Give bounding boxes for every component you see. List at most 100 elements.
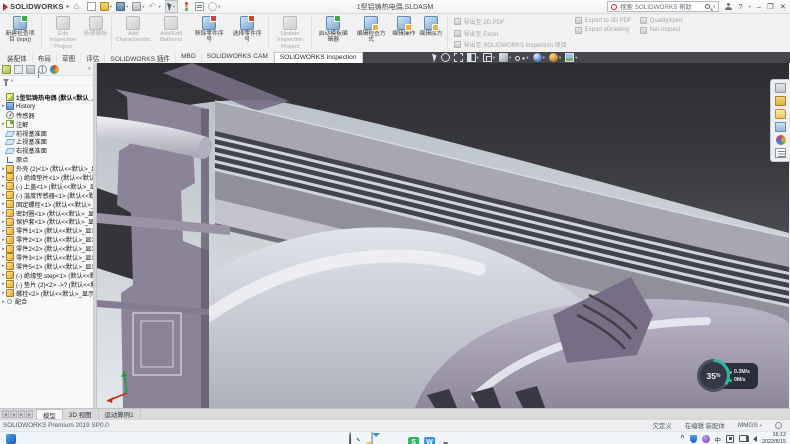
undo-button[interactable]: ↶▾ xyxy=(148,2,160,11)
appearances-scenes-tab-icon[interactable] xyxy=(776,135,786,145)
taskbar-clock[interactable]: 16:12 2022/8/15 xyxy=(762,432,786,444)
tree-item[interactable]: ▸零件2<2> (默认<<默认>_显示状态 xyxy=(1,244,93,253)
tab-装配体[interactable]: 装配体 xyxy=(2,52,33,63)
close-button[interactable]: ✕ xyxy=(780,2,786,12)
tree-item[interactable]: ▸(-) 温度传感器<1> (默认<<默认>_ xyxy=(1,191,93,200)
tree-item[interactable]: 原点 xyxy=(1,155,93,164)
tree-item[interactable]: ▸零件5<1> (默认<<默认>_显示状态 xyxy=(1,262,93,271)
select-cursor-button[interactable] xyxy=(433,53,437,62)
tree-item[interactable]: ▸零件2<1> (默认<<默认>_显示状态 xyxy=(1,235,93,244)
help-search-box[interactable]: 搜索 SOLIDWORKS 帮助 ▾ xyxy=(607,1,719,12)
doc-tab-运动算例1[interactable]: 运动算例1 xyxy=(99,409,141,419)
hide-show-items-button[interactable]: ▾ xyxy=(515,54,528,61)
edit-inspection-method-button[interactable]: 编辑检查方式 xyxy=(352,15,390,45)
configuration-manager-tab-icon[interactable] xyxy=(26,65,35,74)
tree-item[interactable]: ▸零件1<1> (默认<<默认>_显示状态 xyxy=(1,226,93,235)
edit-appearance-button[interactable]: ▾ xyxy=(533,53,545,62)
graphics-area[interactable]: 0.3M/s 0M/s 35% xyxy=(97,63,790,408)
launch-template-editor-button[interactable]: 启动模板编辑器 xyxy=(314,15,352,45)
render-tools-button[interactable]: ▾ xyxy=(565,53,577,62)
tree-item[interactable]: ▸保护套<1> (默认<<默认>_显示状 xyxy=(1,217,93,226)
volume-icon[interactable] xyxy=(753,436,757,442)
tray-overflow-icon[interactable]: ^ xyxy=(680,435,684,442)
tree-item[interactable]: ▸History xyxy=(1,102,93,111)
home-button[interactable]: ⌂ xyxy=(74,2,83,11)
restore-button[interactable]: ❐ xyxy=(767,2,774,12)
tab-评估[interactable]: 评估 xyxy=(81,52,105,63)
new-document-button[interactable] xyxy=(87,2,96,11)
input-language-indicator[interactable]: 中 xyxy=(715,434,722,444)
file-explorer-tab-icon[interactable] xyxy=(775,109,786,119)
display-style-button[interactable]: ▾ xyxy=(499,53,511,62)
search-caret-icon[interactable]: ▾ xyxy=(713,4,715,10)
file-properties-button[interactable] xyxy=(195,2,204,11)
filter-caret-icon[interactable]: ▾ xyxy=(11,78,13,84)
zoom-to-fit-button[interactable] xyxy=(441,53,450,62)
rebuild-button[interactable] xyxy=(182,2,191,11)
dimxpert-manager-tab-icon[interactable] xyxy=(38,65,47,74)
security-tray-icon[interactable] xyxy=(690,435,697,443)
open-document-button[interactable]: ▾ xyxy=(100,2,112,11)
tree-item[interactable]: ▸(-) 绝缘垫.step<1> (默认<<默认> xyxy=(1,271,93,280)
app-tray-icon[interactable] xyxy=(702,435,710,443)
tree-item[interactable]: ▸(-) 垫片 (2)<2> ->? (默认<<默认 xyxy=(1,280,93,289)
login-icon[interactable] xyxy=(725,3,732,10)
section-view-button[interactable]: ▾ xyxy=(467,53,479,62)
tree-item[interactable]: ▸注解 xyxy=(1,120,93,129)
options-button[interactable]: ▾ xyxy=(208,2,220,11)
tree-item[interactable]: 上视基准面 xyxy=(1,137,93,146)
tab-scroll-left-icon[interactable]: ◂ xyxy=(2,410,9,418)
tab-mbd[interactable]: MBD xyxy=(176,52,202,63)
view-orientation-button[interactable]: ▾ xyxy=(483,53,495,62)
taskbar-app-wps[interactable]: W xyxy=(424,437,435,444)
tab-布局[interactable]: 布局 xyxy=(33,52,57,63)
select-button[interactable]: ▾ xyxy=(165,0,178,13)
new-inspection-project-button[interactable]: 新建检查项目 (ixprj) xyxy=(1,15,39,45)
tree-item[interactable]: ▸螺栓<2> (默认<<默认>_显示状态 xyxy=(1,289,93,298)
select-balloons-button[interactable]: 选择零件序号 xyxy=(228,15,266,45)
tree-item[interactable]: ▸配合 xyxy=(1,297,93,306)
custom-properties-tab-icon[interactable] xyxy=(775,148,786,158)
print-button[interactable]: ▾ xyxy=(132,2,144,11)
view-palette-tab-icon[interactable] xyxy=(775,122,786,132)
zoom-to-area-button[interactable] xyxy=(454,53,463,62)
widgets-icon[interactable] xyxy=(6,434,16,444)
doc-tab-模型[interactable]: 模型 xyxy=(36,409,63,419)
expand-arrow-icon[interactable]: ▸ xyxy=(1,299,6,305)
performance-overlay-widget[interactable]: 0.3M/s 0M/s 35% xyxy=(697,359,759,393)
search-icon[interactable] xyxy=(705,4,710,9)
tree-item[interactable]: ▸固定螺栓<1> (默认<<默认>_显示 xyxy=(1,200,93,209)
tree-item[interactable]: ▸(-) 上盖<1> (默认<<默认>_显示状 xyxy=(1,182,93,191)
tab-草图[interactable]: 草图 xyxy=(57,52,81,63)
tab-scroll-left-icon[interactable]: ◂ xyxy=(10,410,17,418)
help-button[interactable]: ? xyxy=(738,2,742,12)
tree-item[interactable]: ▸零件3<1> (默认<<默认>_显示状态 xyxy=(1,253,93,262)
panel-tab-scroll-icon[interactable]: » xyxy=(88,66,91,72)
solidworks-resources-tab-icon[interactable] xyxy=(775,83,786,93)
filter-funnel-icon[interactable] xyxy=(3,79,9,83)
taskbar-app-search[interactable] xyxy=(349,433,351,444)
display-manager-tab-icon[interactable] xyxy=(50,65,59,74)
minimize-button[interactable]: – xyxy=(757,2,761,12)
tab-solidworks-cam[interactable]: SOLIDWORKS CAM xyxy=(202,52,274,63)
taskbar-app-mail[interactable] xyxy=(371,433,373,444)
tree-item[interactable]: 传感器 xyxy=(1,111,93,120)
model-3d-view[interactable] xyxy=(97,63,789,408)
help-caret-icon[interactable]: ▾ xyxy=(749,4,751,10)
tree-item[interactable]: 前视基准面 xyxy=(1,129,93,138)
remove-balloons-button[interactable]: 移除零件序号 xyxy=(190,15,228,45)
tree-root-item[interactable]: 1型铝铸热电偶 (默认<默认_显示状态-1 xyxy=(1,93,93,102)
doc-tab-3d-视图[interactable]: 3D 视图 xyxy=(63,409,99,419)
property-manager-tab-icon[interactable] xyxy=(14,65,23,74)
design-library-tab-icon[interactable] xyxy=(775,96,786,106)
tree-item[interactable]: ▸密封圈<1> (默认<<默认>_显示状 xyxy=(1,209,93,218)
edit-recipe-button[interactable]: 编辑底方 xyxy=(417,15,444,38)
view-settings-button[interactable]: ▾ xyxy=(549,53,561,62)
tab-scroll-right-icon[interactable]: ▸ xyxy=(18,410,25,418)
tab-scroll-right-icon[interactable]: ▸ xyxy=(26,410,33,418)
menu-expand-arrow[interactable]: ▸ xyxy=(67,3,70,10)
units-selector[interactable]: MMGS▾ xyxy=(738,422,762,429)
feature-tree-tab-icon[interactable] xyxy=(2,65,11,74)
tree-item[interactable]: ▸(-) 绝缘垫片<1> (默认<<默认>_显 xyxy=(1,173,93,182)
ime-mode-icon[interactable] xyxy=(726,435,734,443)
